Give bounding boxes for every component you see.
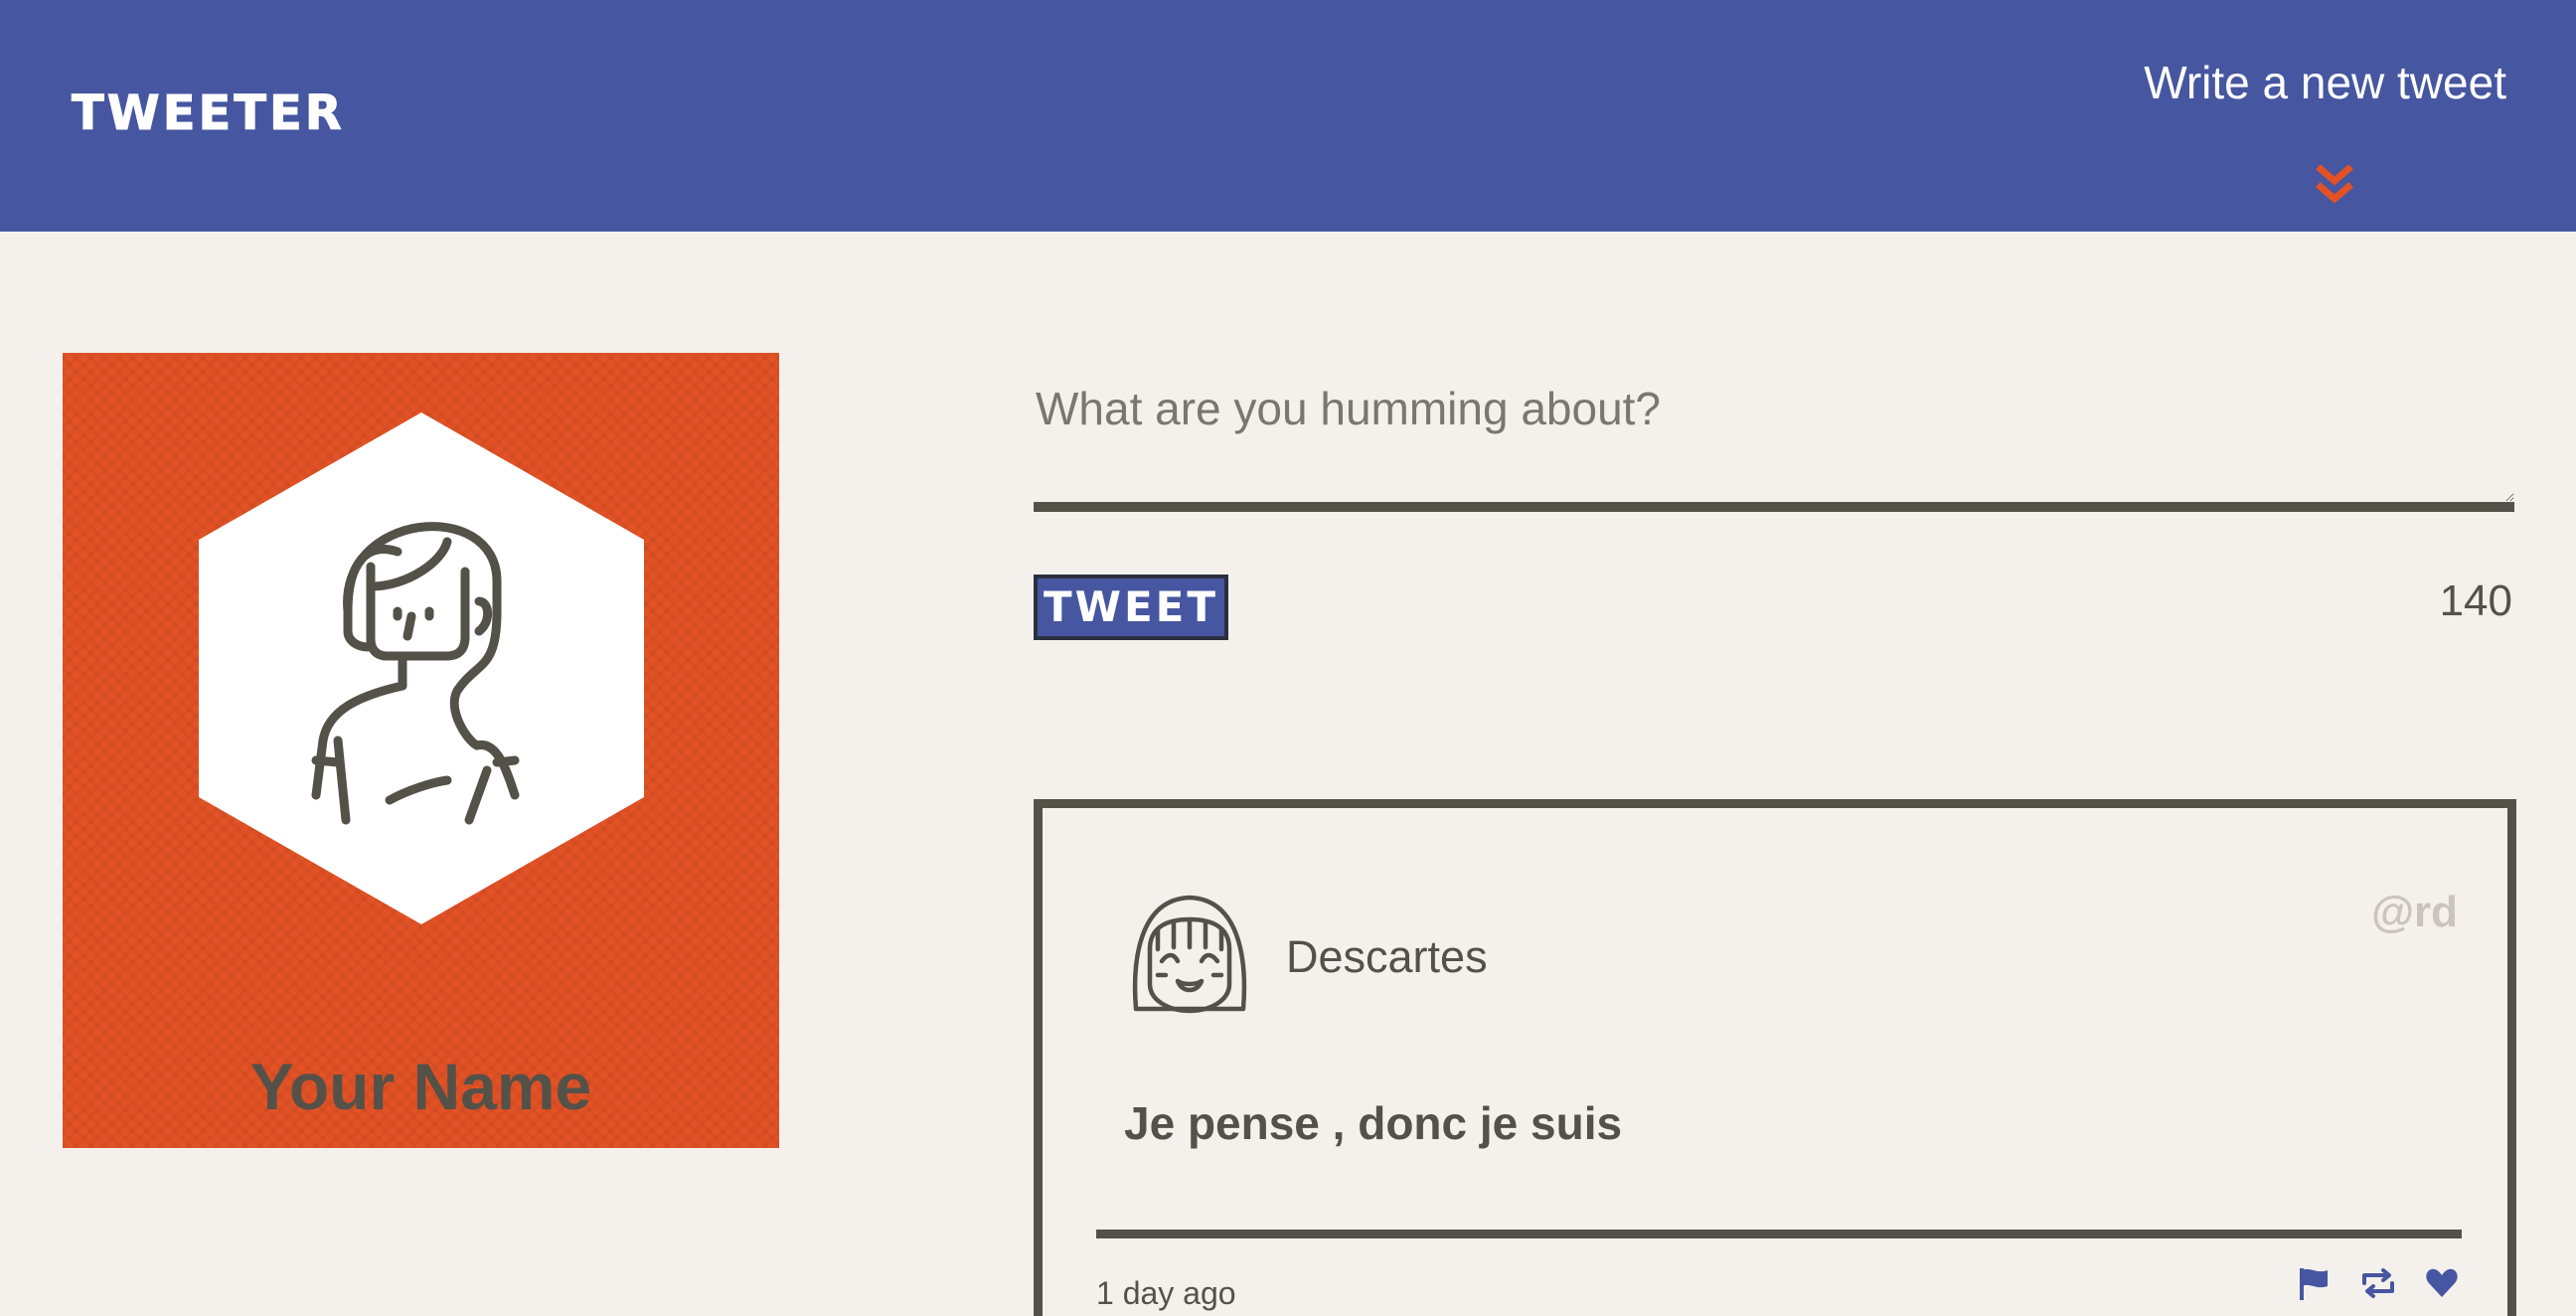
tweet-author-handle: @rd	[2371, 888, 2458, 936]
profile-avatar	[199, 412, 644, 924]
character-counter: 140	[2439, 576, 2512, 625]
tweet-divider	[1096, 1230, 2462, 1238]
tweet-author-avatar	[1132, 895, 1247, 1014]
new-tweet-form	[1034, 368, 2514, 512]
double-chevron-down-icon[interactable]	[2312, 165, 2357, 211]
tweet-submit-button[interactable]: TWEET	[1034, 575, 1228, 640]
brand-logo[interactable]: TWEETER	[72, 85, 345, 142]
profile-name: Your Name	[249, 1050, 592, 1123]
flag-icon[interactable]	[2297, 1265, 2333, 1301]
write-tweet-link[interactable]: Write a new tweet	[2144, 56, 2506, 109]
tweet-card: Descartes @rd Je pense , donc je suis 1 …	[1034, 799, 2516, 1316]
heart-icon[interactable]	[2424, 1265, 2460, 1301]
tweet-timestamp: 1 day ago	[1096, 1275, 1236, 1311]
retweet-icon[interactable]	[2360, 1265, 2396, 1301]
tweet-author-name: Descartes	[1286, 931, 1488, 982]
tweet-content: Je pense , donc je suis	[1124, 1097, 1623, 1149]
profile-card: Your Name	[63, 353, 779, 1148]
tweet-textarea[interactable]	[1034, 368, 2514, 512]
top-navbar: TWEETER Write a new tweet	[0, 0, 2576, 232]
tweet-actions	[2297, 1265, 2460, 1301]
